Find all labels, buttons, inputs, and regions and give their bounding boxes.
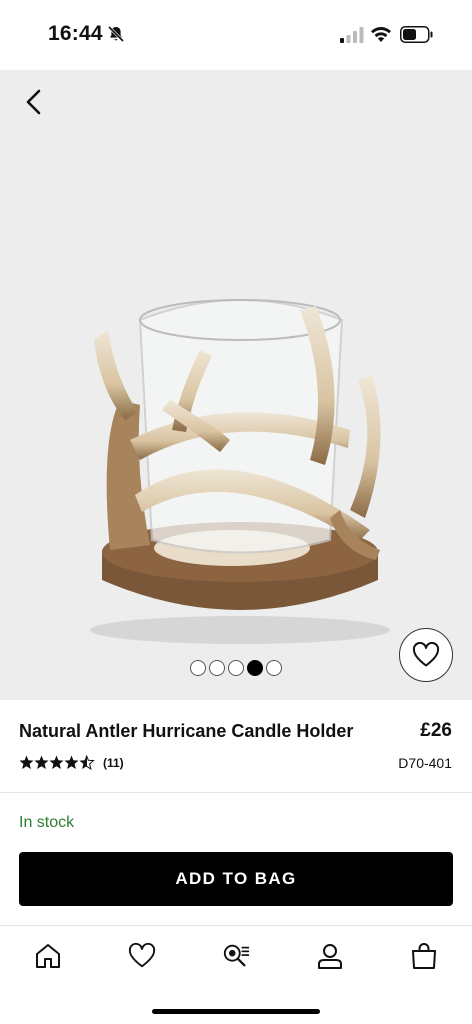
tab-bag[interactable] [410,942,438,970]
pagination-dot[interactable] [209,660,225,676]
heart-icon [128,942,156,968]
review-count[interactable]: (11) [103,756,124,770]
wishlist-button[interactable] [399,628,453,682]
bag-icon [412,943,436,969]
search-icon [223,944,250,967]
back-arrow-icon[interactable] [18,86,50,118]
pagination-dot[interactable] [190,660,206,676]
image-pagination[interactable] [190,660,282,676]
product-info: Natural Antler Hurricane Candle Holder £… [0,700,472,793]
status-time: 16:44 [48,22,103,45]
tab-wishlist[interactable] [128,942,156,970]
tab-home[interactable] [34,942,62,970]
bottom-tab-bar [0,926,472,986]
product-price: £26 [420,720,452,741]
add-to-bag-button[interactable]: ADD TO BAG [19,852,453,906]
pagination-dot[interactable] [266,660,282,676]
bell-muted-icon [107,25,125,43]
status-bar: 16:44 [0,0,472,70]
pagination-dot-active[interactable] [247,660,263,676]
tab-account[interactable] [316,942,344,970]
signal-icon [340,27,364,43]
battery-icon [400,26,433,43]
product-rating[interactable]: (11) [19,755,124,770]
wifi-icon [371,26,391,42]
account-icon [318,944,342,969]
product-sku: D70-401 [398,755,452,771]
stock-status: In stock [19,814,75,831]
tab-search[interactable] [222,942,250,970]
product-image [90,299,390,644]
product-title: Natural Antler Hurricane Candle Holder [19,721,354,741]
home-indicator [152,1009,320,1014]
pagination-dot[interactable] [228,660,244,676]
home-icon [36,944,60,968]
product-image-gallery[interactable] [0,70,472,700]
heart-icon [412,642,440,667]
star-rating-icon [19,755,95,770]
